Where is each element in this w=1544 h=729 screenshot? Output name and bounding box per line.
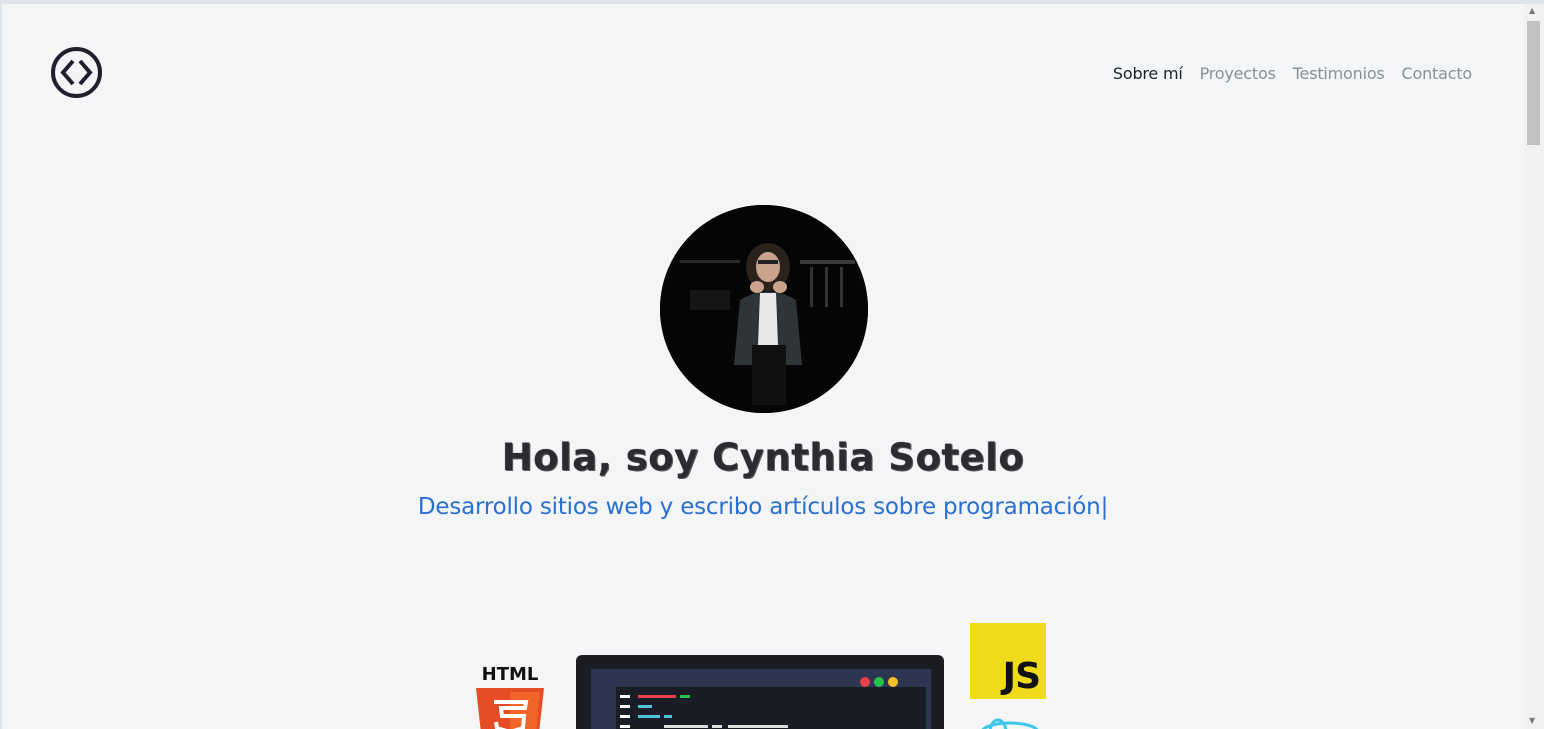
vertical-scrollbar[interactable]: ▲ ▼ <box>1524 4 1544 729</box>
nav-link-testimonios[interactable]: Testimonios <box>1293 64 1385 83</box>
html5-logo: HTML <box>472 662 552 729</box>
react-logo <box>978 718 1042 729</box>
js-label: JS <box>1002 656 1041 697</box>
nav-link-contacto[interactable]: Contacto <box>1402 64 1473 83</box>
hero-title: Hola, soy Cynthia Sotelo <box>501 436 1025 479</box>
nav-link-proyectos[interactable]: Proyectos <box>1200 64 1276 83</box>
avatar <box>660 205 868 413</box>
nav-link-sobre-mi[interactable]: Sobre mí <box>1113 64 1183 83</box>
typing-text: Desarrollo sitios web y escribo artículo… <box>417 494 1101 520</box>
site-logo[interactable] <box>50 46 103 99</box>
typing-caret: | <box>1100 494 1109 520</box>
scrollbar-thumb[interactable] <box>1527 21 1540 145</box>
hero-subtitle: Desarrollo sitios web y escribo artículo… <box>2 494 1524 520</box>
main-nav: Sobre mí Proyectos Testimonios Contacto <box>1096 64 1472 83</box>
javascript-logo: JS <box>970 623 1046 699</box>
html-label: HTML <box>482 664 539 685</box>
code-editor-illustration <box>576 655 944 729</box>
scroll-up-icon[interactable]: ▲ <box>1529 6 1535 15</box>
scroll-down-icon[interactable]: ▼ <box>1529 716 1535 725</box>
code-brackets-icon <box>51 47 102 98</box>
page-viewport: Sobre mí Proyectos Testimonios Contacto <box>2 4 1524 729</box>
